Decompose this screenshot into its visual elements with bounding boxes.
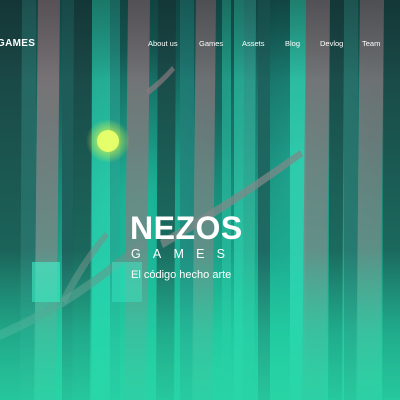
nav-link-assets[interactable]: Assets xyxy=(242,39,265,48)
hero-tagline: El código hecho arte xyxy=(131,269,232,281)
hero-title: NEZOS xyxy=(130,210,243,246)
navbar: S GAMES About us Games Assets Blog Devlo… xyxy=(0,0,400,80)
nav-link-games[interactable]: Games xyxy=(199,39,223,48)
hero-section: S GAMES About us Games Assets Blog Devlo… xyxy=(0,0,400,400)
hero-subtitle: GAMES xyxy=(131,247,238,261)
nav-link-team[interactable]: Team xyxy=(362,39,380,48)
nav-link-blog[interactable]: Blog xyxy=(285,39,300,48)
nav-link-devlog[interactable]: Devlog xyxy=(320,39,343,48)
nav-link-about-us[interactable]: About us xyxy=(148,39,178,48)
brand-logo-link[interactable]: S GAMES xyxy=(0,38,35,49)
